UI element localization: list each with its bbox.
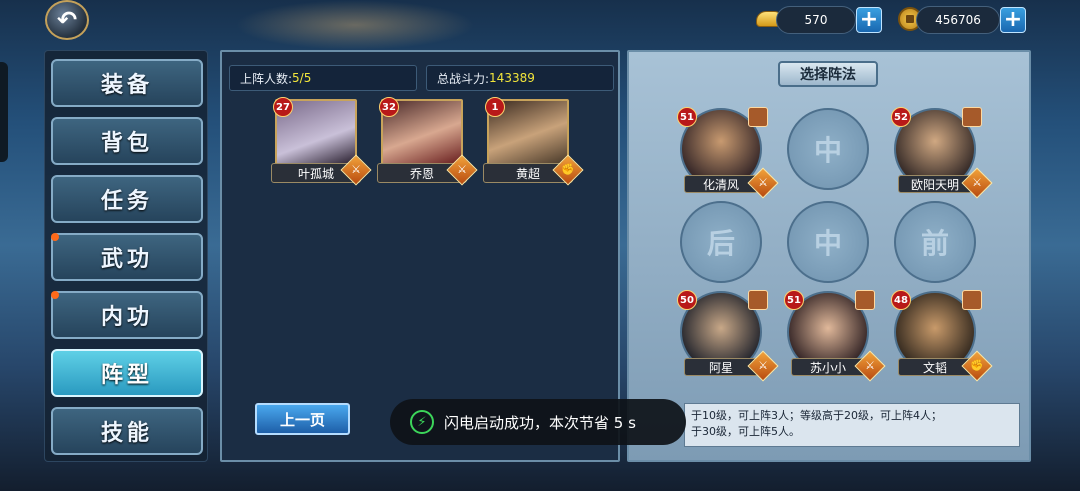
hero-name: 化清风 (684, 175, 758, 193)
sidebar-item-quests[interactable]: 任务 (51, 175, 203, 223)
plus-icon: + (1003, 7, 1023, 32)
sidebar-item-inner-power[interactable]: 内功 (51, 291, 203, 339)
power-value: 143389 (489, 71, 535, 85)
roster-card[interactable]: 27 叶孤城 ⚔ (271, 97, 372, 186)
formation-slot-back[interactable]: 后 (680, 201, 762, 283)
class-icon (962, 107, 982, 127)
sidebar: 装备 背包 任务 武功 内功 阵型 技能 (44, 50, 208, 462)
toast-notification: ⚡ 闪电启动成功，本次节省 5 s (390, 399, 686, 445)
class-icon (962, 290, 982, 310)
level-badge: 50 (677, 290, 697, 310)
power-label: 总战斗力: (437, 71, 490, 86)
notification-dot (51, 291, 59, 299)
members-value: 5/5 (292, 71, 312, 85)
plus-icon: + (859, 7, 879, 32)
hero-name: 文韬 (898, 358, 972, 376)
members-label: 上阵人数: (240, 71, 293, 86)
hero-name: 苏小小 (791, 358, 865, 376)
add-coin-button[interactable]: + (1000, 7, 1026, 33)
level-badge: 52 (891, 107, 911, 127)
level-badge: 51 (784, 290, 804, 310)
class-icon (855, 290, 875, 310)
sidebar-item-formation[interactable]: 阵型 (51, 349, 203, 397)
back-button[interactable]: ↶ (45, 0, 89, 40)
roster-card[interactable]: 1 黄超 ✊ (483, 97, 584, 186)
hero-name: 阿星 (684, 358, 758, 376)
toast-text: 闪电启动成功，本次节省 5 s (444, 413, 636, 432)
class-icon (748, 107, 768, 127)
add-gold-button[interactable]: + (856, 7, 882, 33)
coin-amount: 456706 (916, 6, 1000, 34)
level-badge: 1 (485, 97, 505, 117)
sidebar-item-equipment[interactable]: 装备 (51, 59, 203, 107)
info-line: 于30级，可上阵5人。 (691, 425, 800, 438)
notification-dot (51, 233, 59, 241)
back-arrow-icon: ↶ (56, 6, 78, 34)
sidebar-item-backpack[interactable]: 背包 (51, 117, 203, 165)
formation-slot-front[interactable]: 前 (894, 201, 976, 283)
edge-tab (0, 62, 8, 162)
gold-amount: 570 (776, 6, 856, 34)
members-stat: 上阵人数: 5/5 (229, 65, 417, 91)
level-badge: 27 (273, 97, 293, 117)
formation-slot-middle[interactable]: 中 (787, 201, 869, 283)
background-glow (235, 0, 475, 50)
lightning-icon: ⚡ (410, 410, 434, 434)
level-badge: 51 (677, 107, 697, 127)
roster-card[interactable]: 32 乔恩 ⚔ (377, 97, 478, 186)
prev-page-button[interactable]: 上一页 (255, 403, 350, 435)
sidebar-item-martial-arts[interactable]: 武功 (51, 233, 203, 281)
level-badge: 32 (379, 97, 399, 117)
sidebar-item-skills[interactable]: 技能 (51, 407, 203, 455)
power-stat: 总战斗力: 143389 (426, 65, 614, 91)
class-icon (748, 290, 768, 310)
formation-info: 于10级，可上阵3人；等级高于20级，可上阵4人； 于30级，可上阵5人。 (684, 403, 1020, 447)
level-badge: 48 (891, 290, 911, 310)
formation-slot-middle[interactable]: 中 (787, 108, 869, 190)
hero-name: 欧阳天明 (898, 175, 972, 193)
formation-title: 选择阵法 (778, 61, 878, 87)
info-line: 于10级，可上阵3人；等级高于20级，可上阵4人； (691, 409, 942, 422)
